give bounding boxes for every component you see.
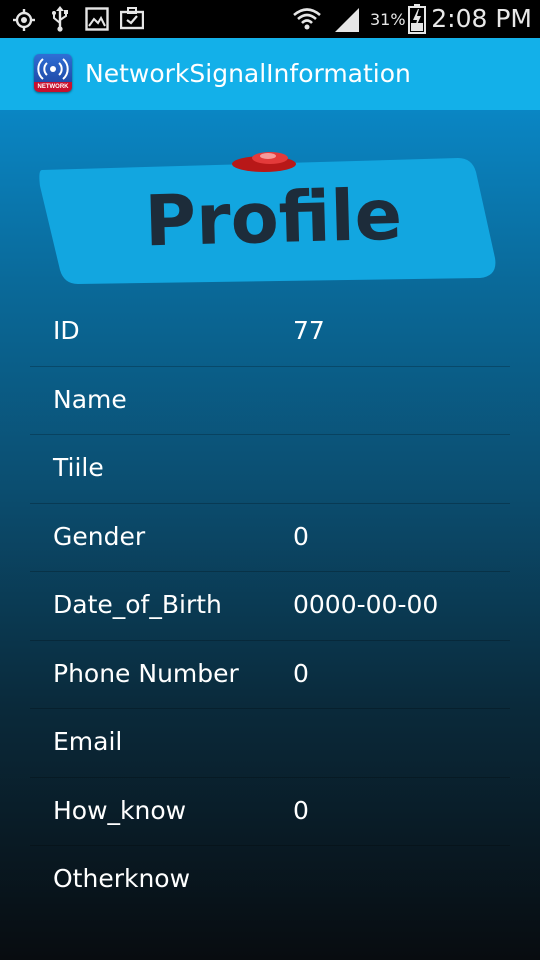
profile-field-label: Tiile <box>53 453 104 482</box>
profile-row: Name <box>30 367 510 435</box>
profile-field-label: Otherknow <box>53 864 191 893</box>
banner-text: Profile <box>144 174 403 263</box>
battery-percent: 31% <box>370 10 406 29</box>
wifi-icon <box>293 8 321 30</box>
profile-field-label: ID <box>53 316 80 345</box>
profile-field-value: 0 <box>293 658 309 688</box>
profile-row: Gender 0 <box>30 504 510 572</box>
profile-row: ID 77 <box>30 298 510 367</box>
profile-field-value: 0 <box>293 795 309 825</box>
broadcast-icon <box>37 58 69 80</box>
app-logo-icon[interactable]: NETWORK <box>34 54 72 92</box>
profile-field-value: 77 <box>293 316 325 345</box>
profile-row: Tiile <box>30 435 510 504</box>
profile-field-label: Name <box>53 384 127 414</box>
status-bar: 31% 2:08 PM <box>0 0 540 38</box>
profile-field-value: 0 <box>293 521 309 551</box>
profile-list: ID 77 Name Tiile Gender 0 Date_of_Birth 0000-00… <box>30 298 510 914</box>
profile-screen: Profile ID 77 Name Tiile Gender 0 Date_of_Birt… <box>0 110 540 960</box>
status-time: 2:08 PM <box>431 4 532 33</box>
signal-icon <box>335 8 359 32</box>
gallery-icon <box>85 7 109 31</box>
gps-icon <box>13 9 35 31</box>
profile-banner: Profile <box>39 152 496 284</box>
profile-field-label: Phone Number <box>53 658 239 688</box>
profile-field-label: Gender <box>53 521 146 551</box>
usb-icon <box>52 6 68 32</box>
profile-row: Date_of_Birth 0000-00-00 <box>30 572 510 641</box>
briefcase-icon <box>120 7 144 30</box>
profile-field-label: Email <box>53 727 123 756</box>
app-title: NetworkSignalInformation <box>85 59 411 88</box>
profile-field-label: How_know <box>53 795 187 825</box>
profile-row: Phone Number 0 <box>30 641 510 709</box>
profile-row: Email <box>30 709 510 778</box>
battery-charging-icon <box>408 4 426 34</box>
profile-field-label: Date_of_Birth <box>53 590 222 619</box>
app-icon-label: NETWORK <box>34 82 72 92</box>
profile-row: How_know 0 <box>30 778 510 846</box>
profile-row: Otherknow <box>30 846 510 914</box>
profile-field-value: 0000-00-00 <box>293 590 439 619</box>
app-bar: NETWORK NetworkSignalInformation <box>0 38 540 110</box>
